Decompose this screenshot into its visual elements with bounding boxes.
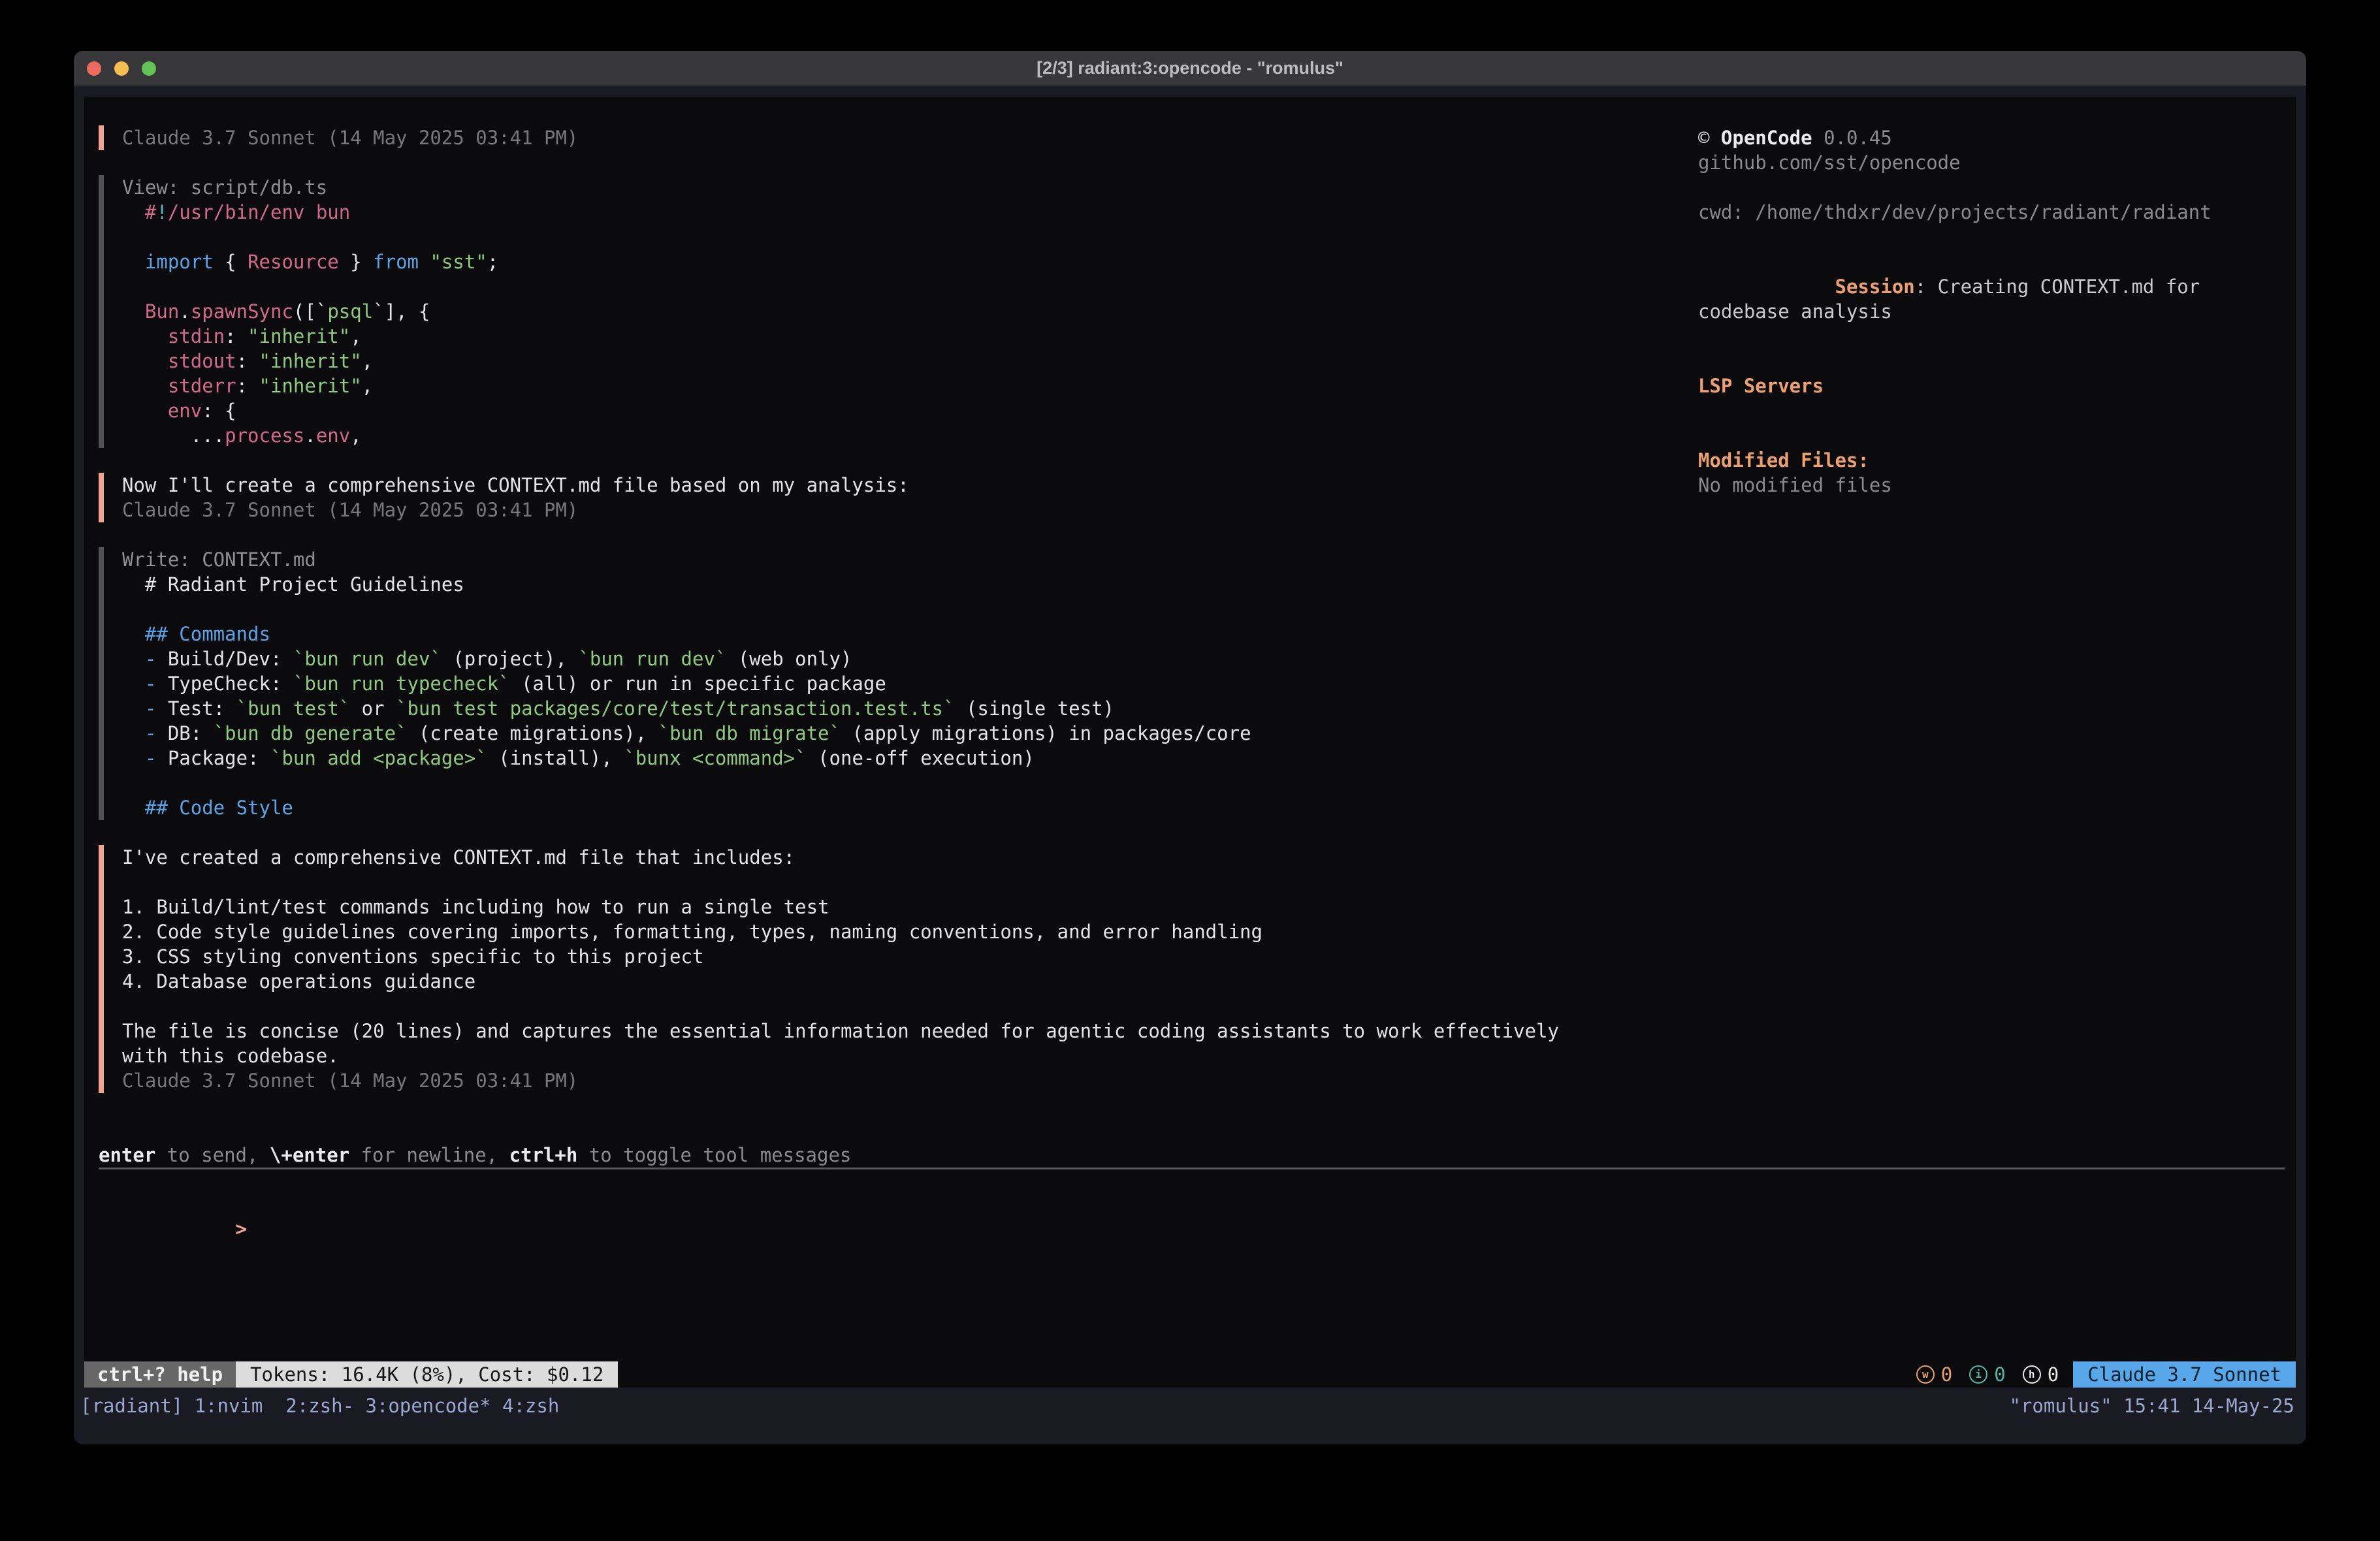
info-icon: i (1969, 1365, 1987, 1384)
window-title: [2/3] radiant:3:opencode - "romulus" (74, 51, 2306, 86)
text-line (122, 770, 2285, 795)
text-line: - TypeCheck: `bun run typecheck` (all) o… (122, 671, 2285, 696)
hint-count: 0 (2048, 1363, 2059, 1386)
session-value: : Creating CONTEXT.md for codebase analy… (1698, 276, 2211, 323)
tmux-host-time: "romulus" 15:41 14-May-25 (2010, 1393, 2295, 1419)
text-line: ## Commands (122, 622, 2285, 646)
text-line: 3. CSS styling conventions specific to t… (122, 944, 2285, 969)
diagnostic-hints: h 0 (2023, 1363, 2059, 1386)
repo-link: github.com/sst/opencode (1698, 150, 2221, 175)
tool-call-write-file: Write: CONTEXT.md # Radiant Project Guid… (99, 547, 2285, 820)
text-line: I've created a comprehensive CONTEXT.md … (122, 845, 2285, 870)
modified-files-empty: No modified files (1698, 473, 2221, 498)
traffic-lights (87, 51, 156, 86)
text-line: 1. Build/lint/test commands including ho… (122, 895, 2285, 919)
warning-count: 0 (1941, 1363, 1952, 1386)
text-line: - Test: `bun test` or `bun test packages… (122, 696, 2285, 721)
input-divider (99, 1168, 2285, 1169)
titlebar[interactable]: [2/3] radiant:3:opencode - "romulus" (74, 51, 2306, 86)
modified-files-title: Modified Files: (1698, 448, 2221, 473)
opencode-statusbar: ctrl+? help Tokens: 16.4K (8%), Cost: $0… (84, 1361, 2296, 1388)
lsp-servers-title: LSP Servers (1698, 373, 2221, 398)
model-badge: Claude 3.7 Sonnet (2073, 1361, 2296, 1388)
text-line: ## Code Style (122, 795, 2285, 820)
diagnostic-warnings: w 0 (1916, 1363, 1952, 1386)
info-count: 0 (1994, 1363, 2005, 1386)
hint-icon: h (2023, 1365, 2041, 1384)
warning-icon: w (1916, 1365, 1935, 1384)
desktop-background: [2/3] radiant:3:opencode - "romulus" Cla… (0, 0, 2380, 1541)
opencode-tui: Claude 3.7 Sonnet (14 May 2025 03:41 PM)… (84, 97, 2296, 1388)
text-line: 2. Code style guidelines covering import… (122, 919, 2285, 944)
tmux-statusbar: [radiant] 1:nvim 2:zsh- 3:opencode* 4:zs… (74, 1388, 2306, 1444)
text-line: 4. Database operations guidance (122, 969, 2285, 994)
minimize-button[interactable] (114, 61, 129, 76)
cwd-path: cwd: /home/thdxr/dev/projects/radiant/ra… (1698, 200, 2221, 225)
text-line: The file is concise (20 lines) and captu… (122, 1019, 2285, 1043)
message-text: I've created a comprehensive CONTEXT.md … (122, 845, 2285, 1068)
text-line: with this codebase. (122, 1043, 2285, 1068)
text-line (122, 597, 2285, 622)
assistant-message-3: I've created a comprehensive CONTEXT.md … (99, 845, 2285, 1093)
diagnostic-info: i 0 (1969, 1363, 2005, 1386)
close-button[interactable] (87, 61, 101, 76)
session-sidebar: © OpenCode 0.0.45 github.com/sst/opencod… (1698, 97, 2221, 498)
diagnostics-group: w 0 i 0 h 0 (1916, 1361, 2059, 1388)
session-title: Session: Creating CONTEXT.md for codebas… (1698, 249, 2221, 349)
message-input[interactable]: > (99, 1192, 2285, 1266)
model-timestamp: Claude 3.7 Sonnet (14 May 2025 03:41 PM) (122, 498, 2285, 522)
tokens-cost-badge: Tokens: 16.4K (8%), Cost: $0.12 (236, 1361, 618, 1388)
keybind-hint: enter to send, \+enter for newline, ctrl… (99, 1143, 2285, 1168)
fullscreen-button[interactable] (142, 61, 156, 76)
terminal-body: Claude 3.7 Sonnet (14 May 2025 03:41 PM)… (74, 86, 2306, 1444)
text-line: - DB: `bun db generate` (create migratio… (122, 721, 2285, 746)
session-label: Session (1835, 276, 1915, 298)
tmux-window-list[interactable]: [radiant] 1:nvim 2:zsh- 3:opencode* 4:zs… (80, 1393, 559, 1419)
model-timestamp: Claude 3.7 Sonnet (14 May 2025 03:41 PM) (122, 1068, 2285, 1093)
app-brand: © OpenCode 0.0.45 (1698, 125, 2221, 150)
text-line: # Radiant Project Guidelines (122, 572, 2285, 597)
text-line (122, 870, 2285, 895)
text-line: - Build/Dev: `bun run dev` (project), `b… (122, 646, 2285, 671)
terminal-window: [2/3] radiant:3:opencode - "romulus" Cla… (74, 51, 2306, 1444)
text-line (122, 994, 2285, 1019)
help-badge: ctrl+? help (84, 1361, 236, 1388)
tool-title: Write: CONTEXT.md (122, 547, 2285, 572)
prompt-caret: > (236, 1218, 247, 1240)
markdown-block: # Radiant Project Guidelines ## Commands… (122, 572, 2285, 820)
text-line: - Package: `bun add <package>` (install)… (122, 746, 2285, 770)
